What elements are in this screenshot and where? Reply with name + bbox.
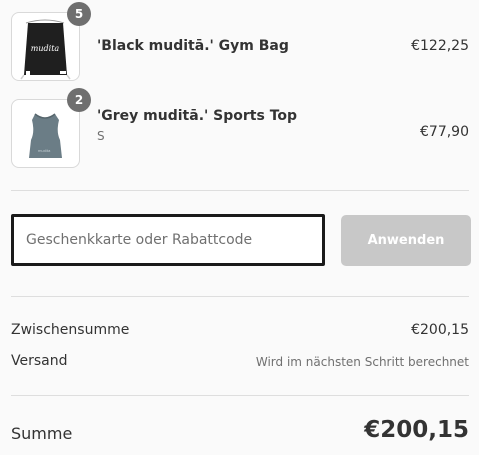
- apply-discount-button[interactable]: Anwenden: [341, 215, 471, 266]
- shipping-value: Wird im nächsten Schritt berechnet: [255, 355, 469, 369]
- quantity-badge: 2: [67, 88, 91, 112]
- total-label: Summe: [11, 424, 73, 443]
- subtotal-value: €200,15: [411, 322, 469, 338]
- item-name: 'Black muditā.' Gym Bag: [97, 38, 289, 54]
- svg-text:mudita: mudita: [38, 149, 50, 153]
- divider: [11, 296, 469, 297]
- subtotal-label: Zwischensumme: [11, 322, 130, 338]
- divider: [11, 190, 469, 191]
- item-variant: S: [97, 129, 105, 143]
- discount-code-input[interactable]: [11, 214, 325, 266]
- svg-text:mudita: mudita: [31, 44, 60, 53]
- item-price: €122,25: [411, 38, 469, 54]
- shipping-label: Versand: [11, 353, 68, 369]
- total-value: €200,15: [364, 417, 469, 443]
- item-name: 'Grey muditā.' Sports Top: [97, 108, 298, 124]
- grey-sports-top-image: mudita: [29, 113, 62, 158]
- black-gym-bag-image: mudita: [20, 19, 71, 80]
- quantity-badge: 5: [67, 2, 91, 26]
- item-price: €77,90: [420, 124, 469, 140]
- divider: [11, 395, 469, 396]
- product-thumbnail: mudita: [11, 99, 80, 168]
